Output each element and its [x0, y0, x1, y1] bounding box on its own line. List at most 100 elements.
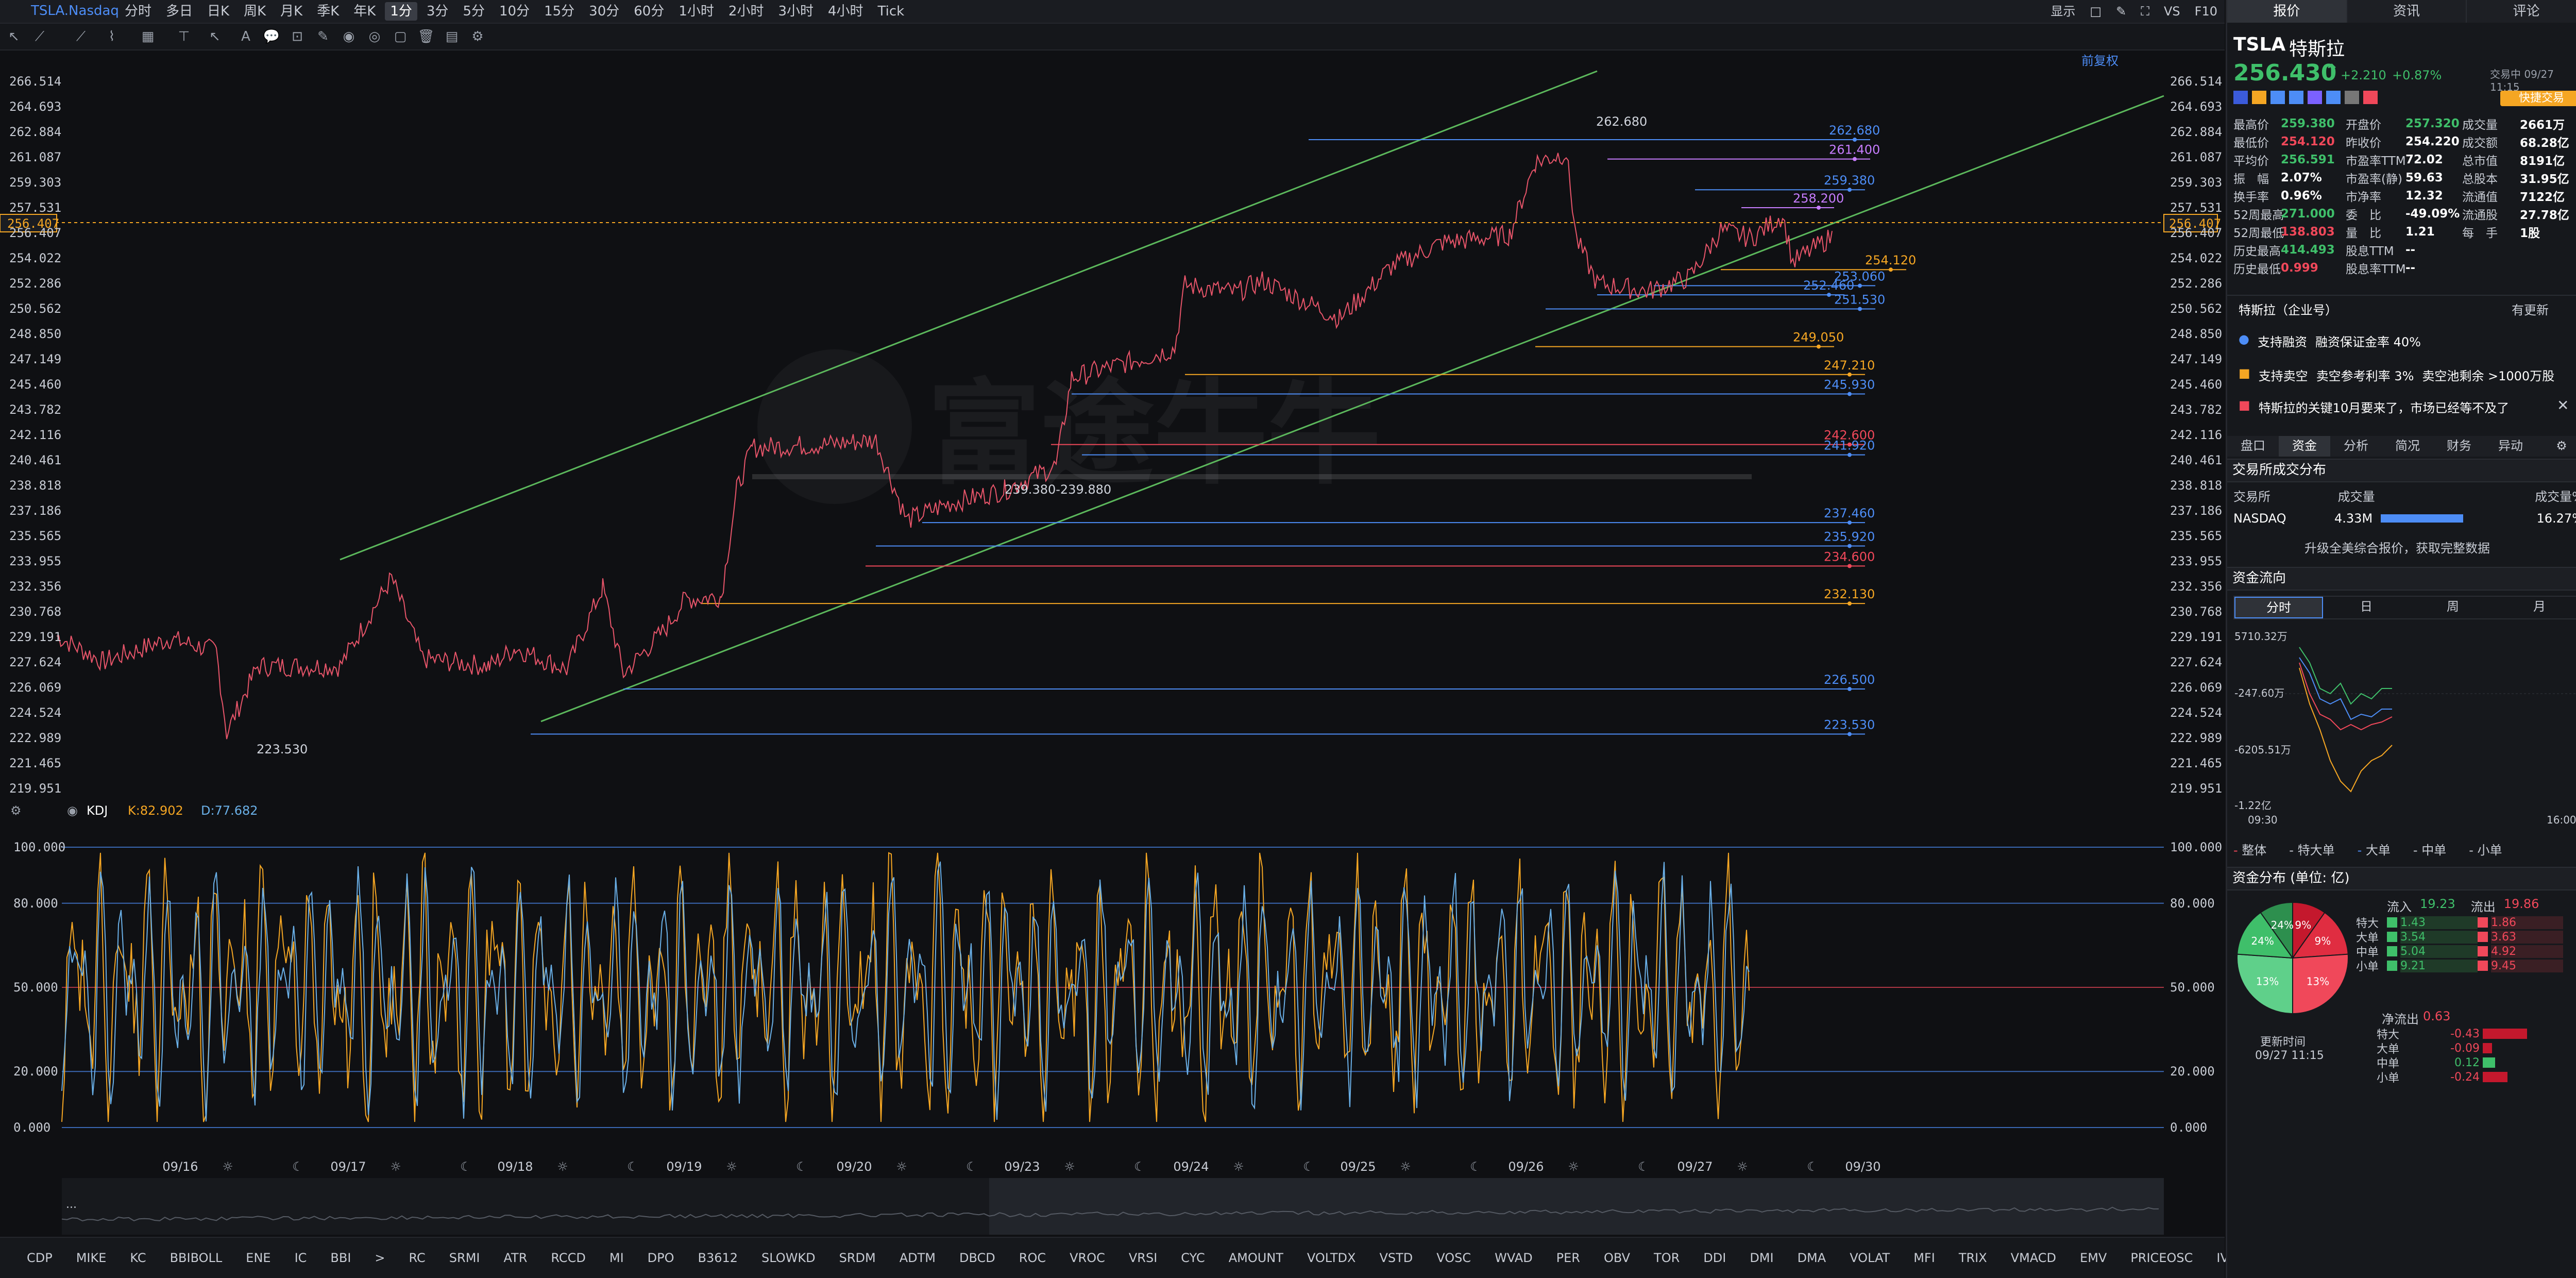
kdj-settings-icon[interactable]: ⚙ [10, 803, 22, 818]
vs-button[interactable]: VS [2164, 2, 2180, 21]
company-link[interactable]: 特斯拉（企业号） [2239, 300, 2337, 318]
timeframe-2[interactable]: 日K [202, 2, 234, 21]
timeframe-3[interactable]: 周K [239, 2, 271, 21]
fill-icon[interactable]: ◉ [340, 28, 358, 45]
indicator-34[interactable]: VOLAT [1838, 1251, 1901, 1265]
timeframe-15[interactable]: 2小时 [723, 2, 769, 21]
comment-icon[interactable]: 💬 [263, 28, 280, 45]
indicator-28[interactable]: PER [1545, 1251, 1591, 1265]
indicator-8[interactable]: RC [398, 1251, 437, 1265]
fullscreen-icon[interactable]: ⛶ [2141, 2, 2149, 21]
timeframe-7[interactable]: 1分 [385, 2, 417, 21]
indicator-10[interactable]: ATR [492, 1251, 538, 1265]
indicator-27[interactable]: WVAD [1483, 1251, 1544, 1265]
kdj-name[interactable]: KDJ [87, 803, 108, 818]
tab-news[interactable]: 资讯 [2347, 0, 2467, 23]
line-tool-icon[interactable]: ⟋ [31, 28, 48, 45]
timeframe-16[interactable]: 3小时 [773, 2, 819, 21]
timeframe-4[interactable]: 月K [275, 2, 308, 21]
subtab-finance[interactable]: 财务 [2433, 436, 2485, 457]
tab-quote[interactable]: 报价 [2227, 0, 2347, 23]
indicator-5[interactable]: IC [283, 1251, 318, 1265]
wave-tool-icon[interactable]: ⌇ [103, 28, 121, 45]
indicator-14[interactable]: B3612 [687, 1251, 750, 1265]
indicator-12[interactable]: MI [598, 1251, 635, 1265]
indicator-35[interactable]: MFI [1902, 1251, 1946, 1265]
timeframe-14[interactable]: 1小时 [673, 2, 719, 21]
news-item[interactable]: ■ 特斯拉的关键10月要来了，市场已经等不及了 [2239, 398, 2509, 416]
indicator-0[interactable]: CDP [15, 1251, 64, 1265]
arrow-tool-icon[interactable]: ↖ [206, 28, 224, 45]
indicator-2[interactable]: KC [118, 1251, 157, 1265]
upgrade-link[interactable]: 升级全美综合报价，获取完整数据 [2304, 538, 2490, 556]
subtab-settings-icon[interactable]: ⚙ [2536, 436, 2576, 457]
indicator-39[interactable]: PRICEOSC [2119, 1251, 2204, 1265]
timeframe-9[interactable]: 5分 [457, 2, 490, 21]
settings-icon[interactable]: ⚙ [469, 28, 486, 45]
layout-icon[interactable]: □ [2090, 2, 2102, 21]
indicator-18[interactable]: DBCD [948, 1251, 1007, 1265]
indicator-20[interactable]: VROC [1058, 1251, 1116, 1265]
subtab-analysis[interactable]: 分析 [2330, 436, 2382, 457]
kdj-chart[interactable]: 100.000 100.000 80.000 80.000 50.000 50.000 20… [0, 820, 2225, 1155]
indicator-19[interactable]: ROC [1008, 1251, 1057, 1265]
pen-icon[interactable]: ✎ [2116, 2, 2126, 21]
timeframe-5[interactable]: 季K [312, 2, 344, 21]
trend-tool-icon[interactable]: ⟋ [72, 28, 90, 45]
indicator-29[interactable]: OBV [1592, 1251, 1641, 1265]
close-icon[interactable]: ✕ [2557, 397, 2569, 414]
tab-comments[interactable]: 评论 [2467, 0, 2576, 23]
indicator-9[interactable]: SRMI [438, 1251, 492, 1265]
indicator-33[interactable]: DMA [1786, 1251, 1838, 1265]
indicator-25[interactable]: VSTD [1368, 1251, 1424, 1265]
indicator-32[interactable]: DMI [1738, 1251, 1785, 1265]
lock-icon[interactable]: ▢ [392, 28, 409, 45]
timeframe-12[interactable]: 30分 [584, 2, 624, 21]
symbol-label[interactable]: TSLA.Nasdaq [31, 3, 119, 19]
indicator-4[interactable]: ENE [234, 1251, 282, 1265]
timeframe-8[interactable]: 3分 [421, 2, 454, 21]
indicator-13[interactable]: DPO [636, 1251, 686, 1265]
f10-button[interactable]: F10 [2195, 2, 2217, 21]
indicator-38[interactable]: EMV [2069, 1251, 2118, 1265]
indicator-26[interactable]: VOSC [1425, 1251, 1482, 1265]
cursor-icon[interactable]: ↖ [5, 28, 23, 45]
timeframe-1[interactable]: 多日 [161, 2, 198, 21]
indicator-21[interactable]: VRSI [1117, 1251, 1168, 1265]
flow-tab-day[interactable]: 日 [2323, 597, 2410, 618]
indicator-1[interactable]: MIKE [65, 1251, 118, 1265]
timeframe-6[interactable]: 年K [348, 2, 381, 21]
quick-trade-button[interactable]: 快捷交易 [2500, 91, 2576, 106]
indicator-17[interactable]: ADTM [888, 1251, 947, 1265]
timeframe-13[interactable]: 60分 [629, 2, 669, 21]
indicator-6[interactable]: BBI [319, 1251, 362, 1265]
display-menu[interactable]: 显示 [2050, 2, 2075, 21]
indicator-23[interactable]: AMOUNT [1217, 1251, 1295, 1265]
subtab-profile[interactable]: 简况 [2382, 436, 2433, 457]
indicator-24[interactable]: VOLTDX [1296, 1251, 1367, 1265]
flow-tab-week[interactable]: 周 [2410, 597, 2496, 618]
indicator-30[interactable]: TOR [1642, 1251, 1691, 1265]
subtab-movers[interactable]: 异动 [2485, 436, 2536, 457]
flow-tab-month[interactable]: 月 [2496, 597, 2576, 618]
subtab-orderbook[interactable]: 盘口 [2227, 436, 2279, 457]
indicator-31[interactable]: DDI [1692, 1251, 1737, 1265]
flow-tab-intraday[interactable]: 分时 [2234, 597, 2323, 618]
timeframe-0[interactable]: 分时 [120, 2, 157, 21]
more-updates-link[interactable]: 有更新 [2512, 300, 2549, 318]
indicator-16[interactable]: SRDM [828, 1251, 887, 1265]
text-tool-icon[interactable]: A [237, 28, 255, 45]
timeframe-10[interactable]: 10分 [494, 2, 535, 21]
indicator-36[interactable]: TRIX [1947, 1251, 1998, 1265]
timeframe-11[interactable]: 15分 [539, 2, 580, 21]
indicator-37[interactable]: VMACD [1999, 1251, 2067, 1265]
kdj-eye-icon[interactable]: ◉ [67, 803, 78, 818]
grid-tool-icon[interactable]: ▦ [139, 28, 157, 45]
brush-icon[interactable]: ✎ [314, 28, 332, 45]
trash-icon[interactable]: 🗑 [417, 28, 435, 45]
indicator-15[interactable]: SLOWKD [750, 1251, 827, 1265]
indicator-7[interactable]: > [363, 1251, 396, 1265]
indicator-3[interactable]: BBIBOLL [159, 1251, 234, 1265]
subtab-capital[interactable]: 资金 [2279, 436, 2330, 457]
copy-icon[interactable]: ▤ [443, 28, 461, 45]
